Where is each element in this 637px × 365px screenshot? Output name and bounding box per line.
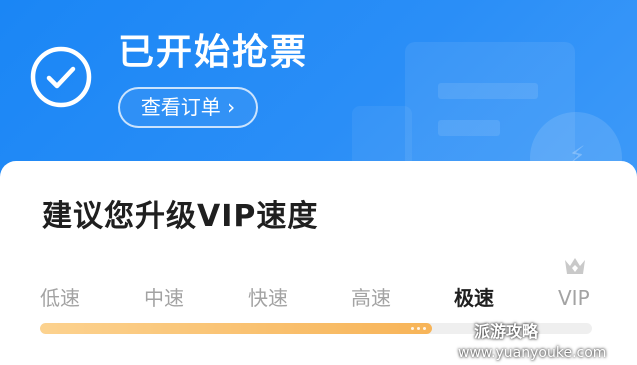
speed-progress-fill	[40, 323, 432, 334]
watermark-site-name: 派游攻略	[474, 322, 539, 341]
speed-option-high[interactable]: 高速	[351, 285, 391, 311]
upgrade-title: 建议您升级VIP速度	[42, 199, 319, 234]
decor-line	[438, 83, 538, 99]
speed-option-medium[interactable]: 中速	[144, 285, 184, 311]
crown-icon	[565, 258, 585, 274]
upgrade-card: 建议您升级VIP速度 低速 中速 快速 高速 极速 VIP	[0, 161, 637, 365]
view-order-button[interactable]: 查看订单 ›	[118, 87, 258, 128]
speed-option-fast[interactable]: 快速	[248, 285, 288, 311]
speed-option-low[interactable]: 低速	[40, 285, 80, 311]
watermark-url: www.yuanyouke.com	[458, 345, 607, 361]
speed-option-extreme[interactable]: 极速	[454, 285, 494, 311]
decor-line	[438, 120, 500, 136]
status-title: 已开始抢票	[118, 32, 309, 73]
check-circle-icon	[30, 46, 92, 108]
progress-dots	[408, 327, 426, 331]
speed-option-vip[interactable]: VIP	[558, 285, 590, 311]
